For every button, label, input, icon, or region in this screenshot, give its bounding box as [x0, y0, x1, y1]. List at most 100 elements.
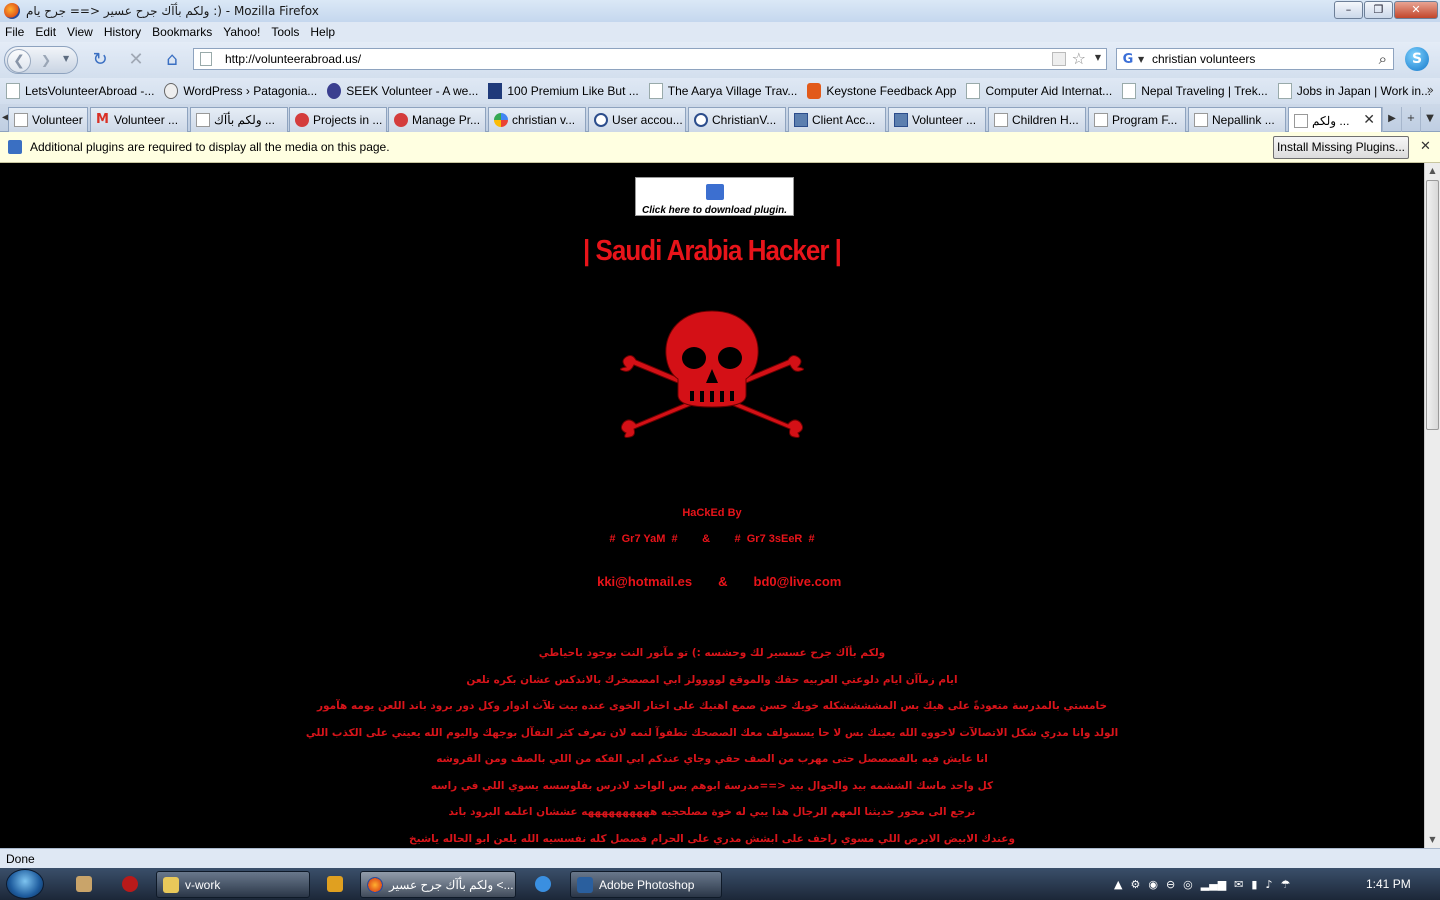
antivirus-icon[interactable]: ☂ [1280, 878, 1290, 891]
bookmark-item[interactable]: Jobs in Japan | Work in... [1277, 83, 1431, 99]
page-icon [966, 83, 981, 99]
tray-app-icon[interactable]: ✉ [1234, 878, 1243, 891]
url-text[interactable]: http://volunteerabroad.us/ [225, 52, 361, 66]
home-icon[interactable]: ⌂ [162, 50, 182, 70]
url-dropdown-icon[interactable]: ▼ [1095, 53, 1101, 62]
premium-icon [488, 83, 503, 99]
menu-tools[interactable]: Tools [271, 25, 299, 39]
quicklaunch-user-icon[interactable] [76, 876, 92, 892]
bookmark-item[interactable]: WordPress › Patagonia... [164, 83, 317, 99]
minimize-button[interactable]: – [1334, 1, 1363, 19]
feed-icon[interactable] [1052, 52, 1066, 66]
internet-explorer-icon[interactable] [535, 876, 551, 892]
hacker-names: # Gr7 YaM # & # Gr7 3sEeR # [609, 533, 815, 545]
power-icon [594, 113, 608, 127]
tab[interactable]: Volunteer ... [888, 107, 986, 132]
forward-button[interactable]: ❯ [41, 53, 51, 67]
window-controls: – ❐ ✕ [1333, 1, 1438, 19]
menu-bookmarks[interactable]: Bookmarks [152, 25, 212, 39]
tab[interactable]: Volunteer ... [8, 107, 88, 132]
scroll-up-icon[interactable]: ▲ [1425, 163, 1440, 179]
email-link-1[interactable]: kki@hotmail.es [597, 574, 692, 589]
scroll-down-icon[interactable]: ▼ [1425, 832, 1440, 848]
vertical-scrollbar[interactable]: ▲ ▼ [1424, 163, 1440, 848]
tab[interactable]: Program F... [1088, 107, 1186, 132]
bookmark-item[interactable]: SEEK Volunteer - A we... [327, 83, 478, 99]
bookmark-star-icon[interactable]: ☆ [1072, 49, 1086, 68]
tab[interactable]: Nepallink ... [1188, 107, 1286, 132]
tab[interactable]: M Volunteer ... [90, 107, 188, 132]
email-link-2[interactable]: bd0@live.com [754, 574, 842, 589]
search-icon[interactable]: ⌕ [1379, 50, 1387, 68]
taskbar-item[interactable]: v-work [156, 871, 310, 898]
tab[interactable]: Projects in ... [289, 107, 387, 132]
scrollbar-thumb[interactable] [1426, 180, 1439, 430]
menu-view[interactable]: View [67, 25, 93, 39]
message-line: وعندك الابيض الابرص اللي مسوي راحف على ا… [409, 832, 1015, 845]
stop-icon[interactable]: ✕ [126, 50, 146, 70]
message-line: خامستي بالمدرسة متعودةً على هيك بس المشش… [316, 700, 1108, 712]
message-line: انا عايش فيه بالفصصصل حتى مهرب من الصف ح… [436, 753, 988, 765]
menu-yahoo[interactable]: Yahoo! [223, 25, 260, 39]
bookmark-item[interactable]: Nepal Traveling | Trek... [1122, 83, 1268, 99]
page-icon [200, 52, 212, 66]
reload-icon[interactable]: ↻ [90, 50, 110, 70]
skull-crossbones-image [620, 310, 804, 438]
close-window-button[interactable]: ✕ [1394, 1, 1438, 19]
volume-icon[interactable]: ♪ [1265, 878, 1272, 891]
skype-icon[interactable]: S [1405, 47, 1429, 71]
message-line: الولد وانا مدري شكل الاتصالآت لاخووه الل… [305, 726, 1119, 739]
search-engine-dropdown-icon[interactable]: ▼ [1138, 55, 1144, 64]
signal-icon[interactable]: ▂▄▆ [1201, 878, 1226, 891]
menu-help[interactable]: Help [310, 25, 335, 39]
back-button[interactable]: ❮ [7, 49, 31, 73]
address-bar[interactable]: http://volunteerabroad.us/ ☆ ▼ [193, 48, 1107, 70]
search-bar[interactable]: G ▼ christian volunteers ⌕ [1116, 48, 1394, 70]
clock[interactable]: 1:41 PM [1366, 877, 1411, 891]
chevron-more-icon[interactable]: » [1427, 83, 1434, 97]
scroll-tabs-right-icon[interactable]: ▶ [1382, 107, 1401, 132]
close-notification-icon[interactable]: ✕ [1420, 139, 1431, 154]
tray-minus-icon[interactable]: ⊖ [1166, 878, 1175, 891]
opera-icon[interactable] [122, 876, 138, 892]
google-icon[interactable]: G [1120, 52, 1136, 68]
taskbar-item[interactable]: Adobe Photoshop [570, 871, 722, 898]
tab-active[interactable]: ولكم ... ✕ [1288, 107, 1382, 133]
bookmark-item[interactable]: Computer Aid Internat... [966, 83, 1112, 99]
maximize-button[interactable]: ❐ [1364, 1, 1393, 19]
ampersand: & [718, 574, 728, 589]
search-input[interactable]: christian volunteers [1152, 52, 1255, 66]
taskbar-item-active[interactable]: ولكم بأآك جرح عسير <... [360, 871, 516, 898]
bookmark-item[interactable]: LetsVolunteerAbroad -... [6, 83, 154, 99]
tray-network-icon[interactable]: ◉ [1148, 878, 1158, 891]
download-plugin-placeholder[interactable]: Click here to download plugin. [635, 177, 794, 216]
download-plugin-label: Click here to download plugin. [641, 205, 787, 216]
tray-app-icon[interactable]: ◎ [1183, 878, 1193, 891]
tab[interactable]: Children H... [988, 107, 1086, 132]
show-hidden-icons-icon[interactable]: ▲ [1114, 878, 1122, 891]
tab[interactable]: Manage Pr... [388, 107, 486, 132]
tab[interactable]: christian v... [488, 107, 586, 132]
tab[interactable]: User accou... [588, 107, 686, 132]
tab[interactable]: ولكم بأآك ... [190, 107, 288, 132]
battery-icon[interactable]: ▮ [1251, 878, 1257, 891]
media-player-icon[interactable] [327, 876, 343, 892]
start-button[interactable] [6, 869, 44, 899]
history-dropdown-icon[interactable]: ▼ [63, 54, 69, 63]
status-bar: Done [0, 848, 1440, 868]
bookmark-item[interactable]: Keystone Feedback App [807, 83, 956, 99]
install-plugins-button[interactable]: Install Missing Plugins... [1273, 136, 1409, 159]
tab[interactable]: Client Acc... [788, 107, 886, 132]
bookmark-item[interactable]: The Aarya Village Trav... [648, 83, 797, 99]
new-tab-icon[interactable]: + [1401, 107, 1420, 132]
tray-app-icon[interactable]: ⚙ [1130, 878, 1140, 891]
tab[interactable]: ChristianV... [688, 107, 786, 132]
bookmark-item[interactable]: 100 Premium Like But ... [488, 83, 639, 99]
monitor-icon [894, 113, 908, 127]
keystone-icon [807, 83, 822, 99]
close-tab-icon[interactable]: ✕ [1363, 112, 1375, 128]
list-all-tabs-icon[interactable]: ▼ [1420, 107, 1439, 132]
menu-file[interactable]: File [5, 25, 24, 39]
menu-history[interactable]: History [104, 25, 141, 39]
menu-edit[interactable]: Edit [35, 25, 56, 39]
